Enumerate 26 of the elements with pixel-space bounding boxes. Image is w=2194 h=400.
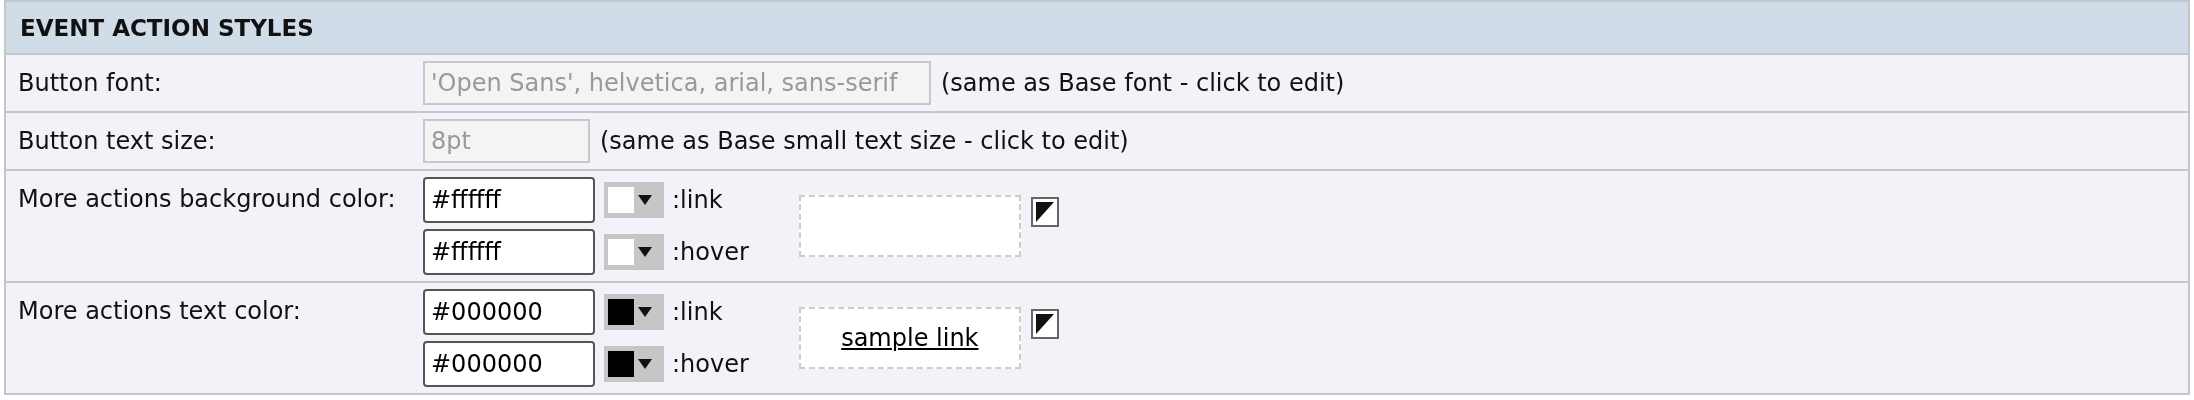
contrast-toggle-icon[interactable]: [1030, 197, 1059, 227]
color-picker-button[interactable]: [604, 234, 664, 270]
caret-icon: [638, 247, 652, 257]
color-picker-button[interactable]: [604, 294, 664, 330]
caret-icon: [638, 307, 652, 317]
contrast-toggle-icon[interactable]: [1030, 309, 1059, 339]
color-field[interactable]: #ffffff: [423, 229, 595, 275]
color-picker-button[interactable]: [604, 346, 664, 382]
state-label: :hover: [672, 350, 749, 378]
field-note: (same as Base small text size - click to edit): [600, 127, 1129, 155]
caret-icon: [638, 195, 652, 205]
state-label: :link: [672, 298, 723, 326]
color-field[interactable]: #000000: [423, 289, 595, 335]
sample-link[interactable]: sample link: [841, 324, 979, 352]
color-field[interactable]: #ffffff: [423, 177, 595, 223]
field-label: More actions text color:: [17, 296, 302, 325]
color-picker-button[interactable]: [604, 182, 664, 218]
field-note: (same as Base font - click to edit): [941, 69, 1345, 97]
section-title: EVENT ACTION STYLES: [20, 14, 314, 41]
caret-icon: [638, 359, 652, 369]
field-label: Button font:: [17, 69, 163, 97]
state-label: :hover: [672, 238, 749, 266]
state-label: :link: [672, 186, 723, 214]
field-label: Button text size:: [17, 127, 217, 155]
color-field[interactable]: #000000: [423, 341, 595, 387]
field-label: More actions background color:: [17, 184, 397, 213]
